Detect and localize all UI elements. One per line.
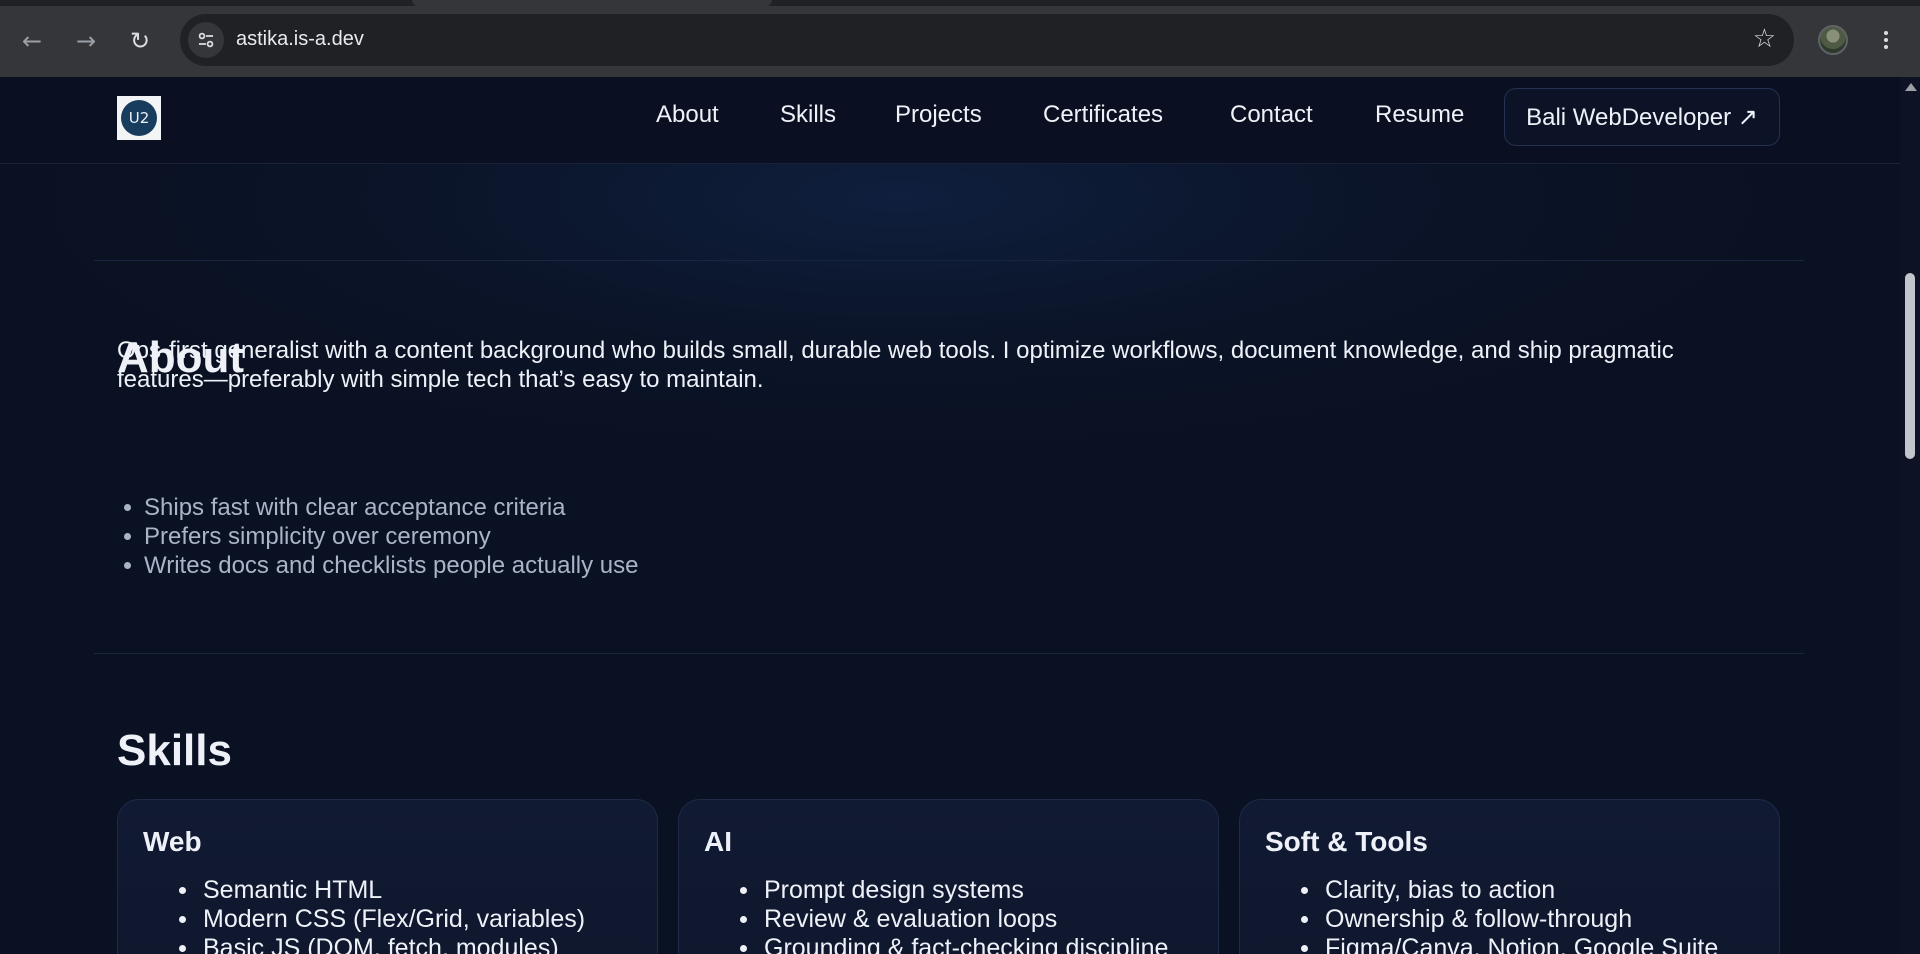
skill-item: Modern CSS (Flex/Grid, variables) — [143, 905, 585, 934]
about-bullet: Ships fast with clear acceptance criteri… — [117, 493, 638, 522]
skill-item: Basic JS (DOM, fetch, modules) — [143, 934, 585, 954]
about-description: Ops-first generalist with a content back… — [117, 337, 1674, 393]
forward-arrow-icon[interactable]: → — [68, 23, 104, 59]
skill-item: Review & evaluation loops — [704, 905, 1168, 934]
scroll-thumb[interactable] — [1905, 273, 1915, 459]
page-viewport: U2 About Skills Projects Certificates Co… — [0, 77, 1900, 954]
back-arrow-icon[interactable]: ← — [14, 23, 50, 59]
nav-link-certificates[interactable]: Certificates — [1043, 101, 1163, 129]
scroll-up-arrow-icon[interactable] — [1905, 83, 1917, 91]
skill-list: Prompt design systems Review & evaluatio… — [704, 876, 1168, 954]
star-icon[interactable]: ☆ — [1753, 24, 1776, 54]
skill-item: Ownership & follow-through — [1265, 905, 1718, 934]
skill-item: Clarity, bias to action — [1265, 876, 1718, 905]
browser-toolbar: ← → ↻ astika.is-a.dev ☆ — [0, 0, 1920, 77]
site-logo[interactable]: U2 — [117, 96, 161, 140]
nav-link-contact[interactable]: Contact — [1230, 101, 1313, 129]
nav-link-skills[interactable]: Skills — [780, 101, 836, 129]
skill-item: Figma/Canva, Notion, Google Suite — [1265, 934, 1718, 954]
section-divider — [94, 260, 1804, 261]
profile-avatar[interactable] — [1818, 25, 1848, 55]
skill-card-title: Web — [143, 826, 202, 857]
nav-link-projects[interactable]: Projects — [895, 101, 982, 129]
address-bar[interactable]: astika.is-a.dev ☆ — [180, 14, 1794, 66]
skill-card-title: Soft & Tools — [1265, 826, 1428, 857]
site-header: U2 About Skills Projects Certificates Co… — [0, 77, 1900, 164]
skill-card-web: Web Semantic HTML Modern CSS (Flex/Grid,… — [117, 799, 658, 954]
active-tab[interactable] — [412, 0, 772, 6]
skill-list: Clarity, bias to action Ownership & foll… — [1265, 876, 1718, 954]
skill-item: Prompt design systems — [704, 876, 1168, 905]
skill-item: Grounding & fact-checking discipline — [704, 934, 1168, 954]
nav-link-about[interactable]: About — [656, 101, 719, 129]
reload-icon[interactable]: ↻ — [122, 23, 158, 59]
skill-item: Semantic HTML — [143, 876, 585, 905]
nav-link-resume[interactable]: Resume — [1375, 101, 1464, 129]
about-bullet: Writes docs and checklists people actual… — [117, 551, 638, 580]
skill-list: Semantic HTML Modern CSS (Flex/Grid, var… — [143, 876, 585, 954]
tab-strip — [0, 0, 1920, 6]
page-scrollbar[interactable] — [1900, 77, 1920, 954]
url-text[interactable]: astika.is-a.dev — [236, 28, 364, 51]
section-divider — [94, 653, 1804, 654]
skill-card-ai: AI Prompt design systems Review & evalua… — [678, 799, 1219, 954]
skills-heading: Skills — [117, 726, 232, 775]
kebab-menu-icon[interactable] — [1874, 24, 1898, 56]
skill-card-soft-tools: Soft & Tools Clarity, bias to action Own… — [1239, 799, 1780, 954]
logo-text: U2 — [121, 100, 157, 136]
skill-card-title: AI — [704, 826, 732, 857]
tune-icon[interactable] — [188, 22, 224, 58]
about-bullet: Prefers simplicity over ceremony — [117, 522, 638, 551]
about-bullets: Ships fast with clear acceptance criteri… — [117, 493, 638, 580]
cta-button[interactable]: Bali WebDeveloper ↗ — [1504, 88, 1780, 146]
skills-cards: Web Semantic HTML Modern CSS (Flex/Grid,… — [117, 799, 1780, 954]
